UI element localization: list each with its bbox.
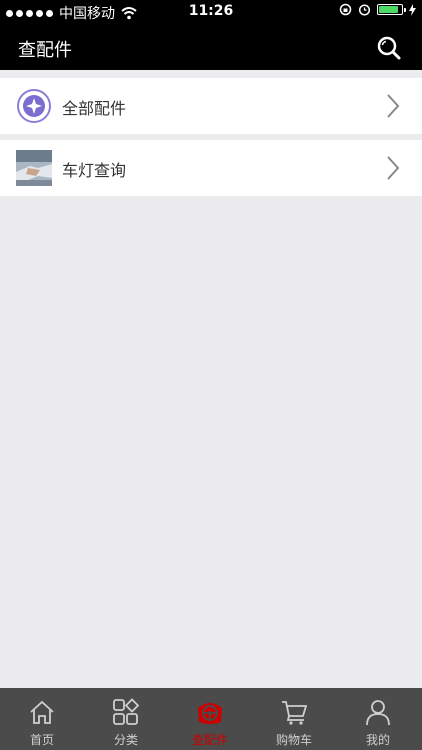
tab-cart[interactable]: 购物车 <box>252 688 336 750</box>
tab-home[interactable]: 首页 <box>0 688 84 750</box>
battery-level <box>379 6 398 13</box>
alarm-icon <box>358 4 371 16</box>
cart-icon <box>282 701 308 725</box>
home-icon <box>30 700 54 724</box>
list-item-all-parts[interactable]: 全部配件 <box>0 78 422 134</box>
chevron-right-icon <box>387 94 400 118</box>
charging-icon <box>409 3 416 16</box>
profile-icon <box>366 700 390 726</box>
tab-profile[interactable]: 我的 <box>336 688 420 750</box>
handshake-photo-icon <box>16 150 52 186</box>
tab-category[interactable]: 分类 <box>84 688 168 750</box>
nav-bar: 查配件 <box>0 24 422 70</box>
steering-wheel-icon <box>198 703 222 724</box>
status-bar: 中国移动 11:26 <box>0 0 422 24</box>
status-right <box>339 3 416 16</box>
grid-icon <box>113 698 140 725</box>
tab-label: 查配件 <box>191 733 228 747</box>
tab-label: 首页 <box>29 733 54 747</box>
compass-icon <box>17 89 51 123</box>
tab-parts[interactable]: 查配件 <box>168 688 252 750</box>
tab-label: 购物车 <box>275 733 312 747</box>
orientation-lock-icon <box>339 3 352 16</box>
list-item-label: 车灯查询 <box>62 161 127 180</box>
search-icon[interactable] <box>376 35 402 61</box>
chevron-right-icon <box>387 156 400 180</box>
tab-label: 分类 <box>113 733 138 747</box>
page-title: 查配件 <box>18 40 72 61</box>
list-item-headlight-search[interactable]: 车灯查询 <box>0 140 422 196</box>
tab-label: 我的 <box>365 733 390 747</box>
battery-icon <box>377 4 406 15</box>
parts-list: 全部配件 车灯查询 <box>0 78 422 196</box>
tab-bar: 首页 分类 查配件 购物车 我的 <box>0 688 422 750</box>
list-item-label: 全部配件 <box>62 99 127 118</box>
